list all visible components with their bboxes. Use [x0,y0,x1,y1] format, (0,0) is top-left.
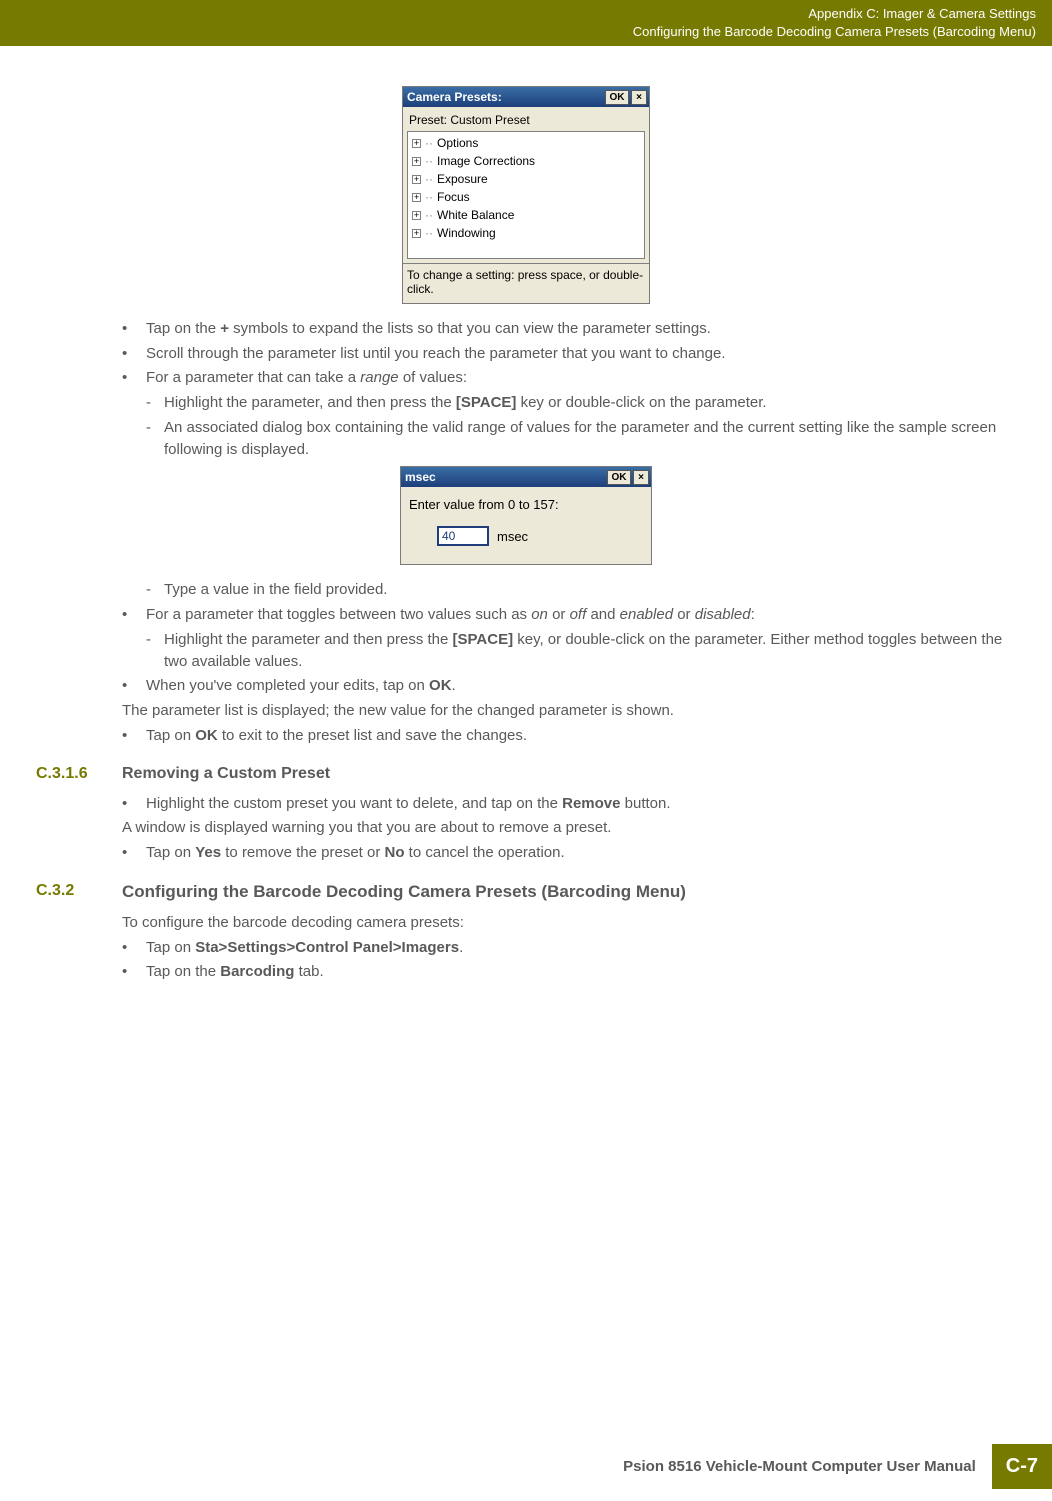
bullet-item: •When you've completed your edits, tap o… [122,675,1034,697]
expand-icon[interactable]: + [412,229,421,238]
sub-item: -An associated dialog box containing the… [146,417,1034,461]
dialog-hint: To change a setting: press space, or dou… [403,263,649,303]
dialog-titlebar: Camera Presets: OK × [403,87,649,107]
tree-item[interactable]: +··Image Corrections [412,152,640,170]
sub-item: -Type a value in the field provided. [146,579,1034,601]
tree-item[interactable]: +··Options [412,134,640,152]
bullet-item: •Tap on Sta>Settings>Control Panel>Image… [122,937,1034,959]
tree-item[interactable]: +··Windowing [412,224,640,242]
bullet-item: •Highlight the custom preset you want to… [122,793,1034,815]
expand-icon[interactable]: + [412,193,421,202]
paragraph: To configure the barcode decoding camera… [122,912,1034,934]
bullet-item: •Tap on the Barcoding tab. [122,961,1034,983]
ok-button[interactable]: OK [607,470,631,485]
tree-item[interactable]: +··Focus [412,188,640,206]
page-footer: Psion 8516 Vehicle-Mount Computer User M… [607,1444,1052,1489]
dialog-prompt: Enter value from 0 to 157: [409,497,643,512]
expand-icon[interactable]: + [412,175,421,184]
header-line2: Configuring the Barcode Decoding Camera … [633,23,1036,41]
camera-presets-dialog: Camera Presets: OK × Preset: Custom Pres… [402,86,650,304]
page-header: Appendix C: Imager & Camera Settings Con… [0,0,1052,46]
dialog-title: Camera Presets: [407,90,603,104]
tree-item[interactable]: +··Exposure [412,170,640,188]
preset-label: Preset: Custom Preset [407,111,645,131]
value-input[interactable] [437,526,489,546]
dialog-titlebar: msec OK × [401,467,651,487]
expand-icon[interactable]: + [412,157,421,166]
bullet-item: •For a parameter that toggles between tw… [122,604,1034,626]
page-content: Camera Presets: OK × Preset: Custom Pres… [0,46,1052,983]
tree-view[interactable]: +··Options +··Image Corrections +··Expos… [407,131,645,259]
page-number: C-7 [992,1444,1052,1489]
section-heading: C.3.1.6 Removing a Custom Preset [18,765,1034,783]
close-button[interactable]: × [631,90,647,105]
sub-item: -Highlight the parameter, and then press… [146,392,1034,414]
bullet-item: •Scroll through the parameter list until… [122,343,1034,365]
msec-dialog: msec OK × Enter value from 0 to 157: mse… [400,466,652,565]
expand-icon[interactable]: + [412,139,421,148]
bullet-item: •For a parameter that can take a range o… [122,367,1034,389]
bullet-item: •Tap on OK to exit to the preset list an… [122,725,1034,747]
sub-item: -Highlight the parameter and then press … [146,629,1034,673]
ok-button[interactable]: OK [605,90,629,105]
bullet-item: •Tap on the + symbols to expand the list… [122,318,1034,340]
expand-icon[interactable]: + [412,211,421,220]
section-heading: C.3.2 Configuring the Barcode Decoding C… [18,882,1034,902]
paragraph: The parameter list is displayed; the new… [122,700,1034,722]
bullet-item: •Tap on Yes to remove the preset or No t… [122,842,1034,864]
header-line1: Appendix C: Imager & Camera Settings [808,5,1036,23]
close-button[interactable]: × [633,470,649,485]
tree-item[interactable]: +··White Balance [412,206,640,224]
unit-label: msec [497,529,528,544]
footer-text: Psion 8516 Vehicle-Mount Computer User M… [607,1444,992,1489]
paragraph: A window is displayed warning you that y… [122,817,1034,839]
dialog-title: msec [405,470,605,484]
